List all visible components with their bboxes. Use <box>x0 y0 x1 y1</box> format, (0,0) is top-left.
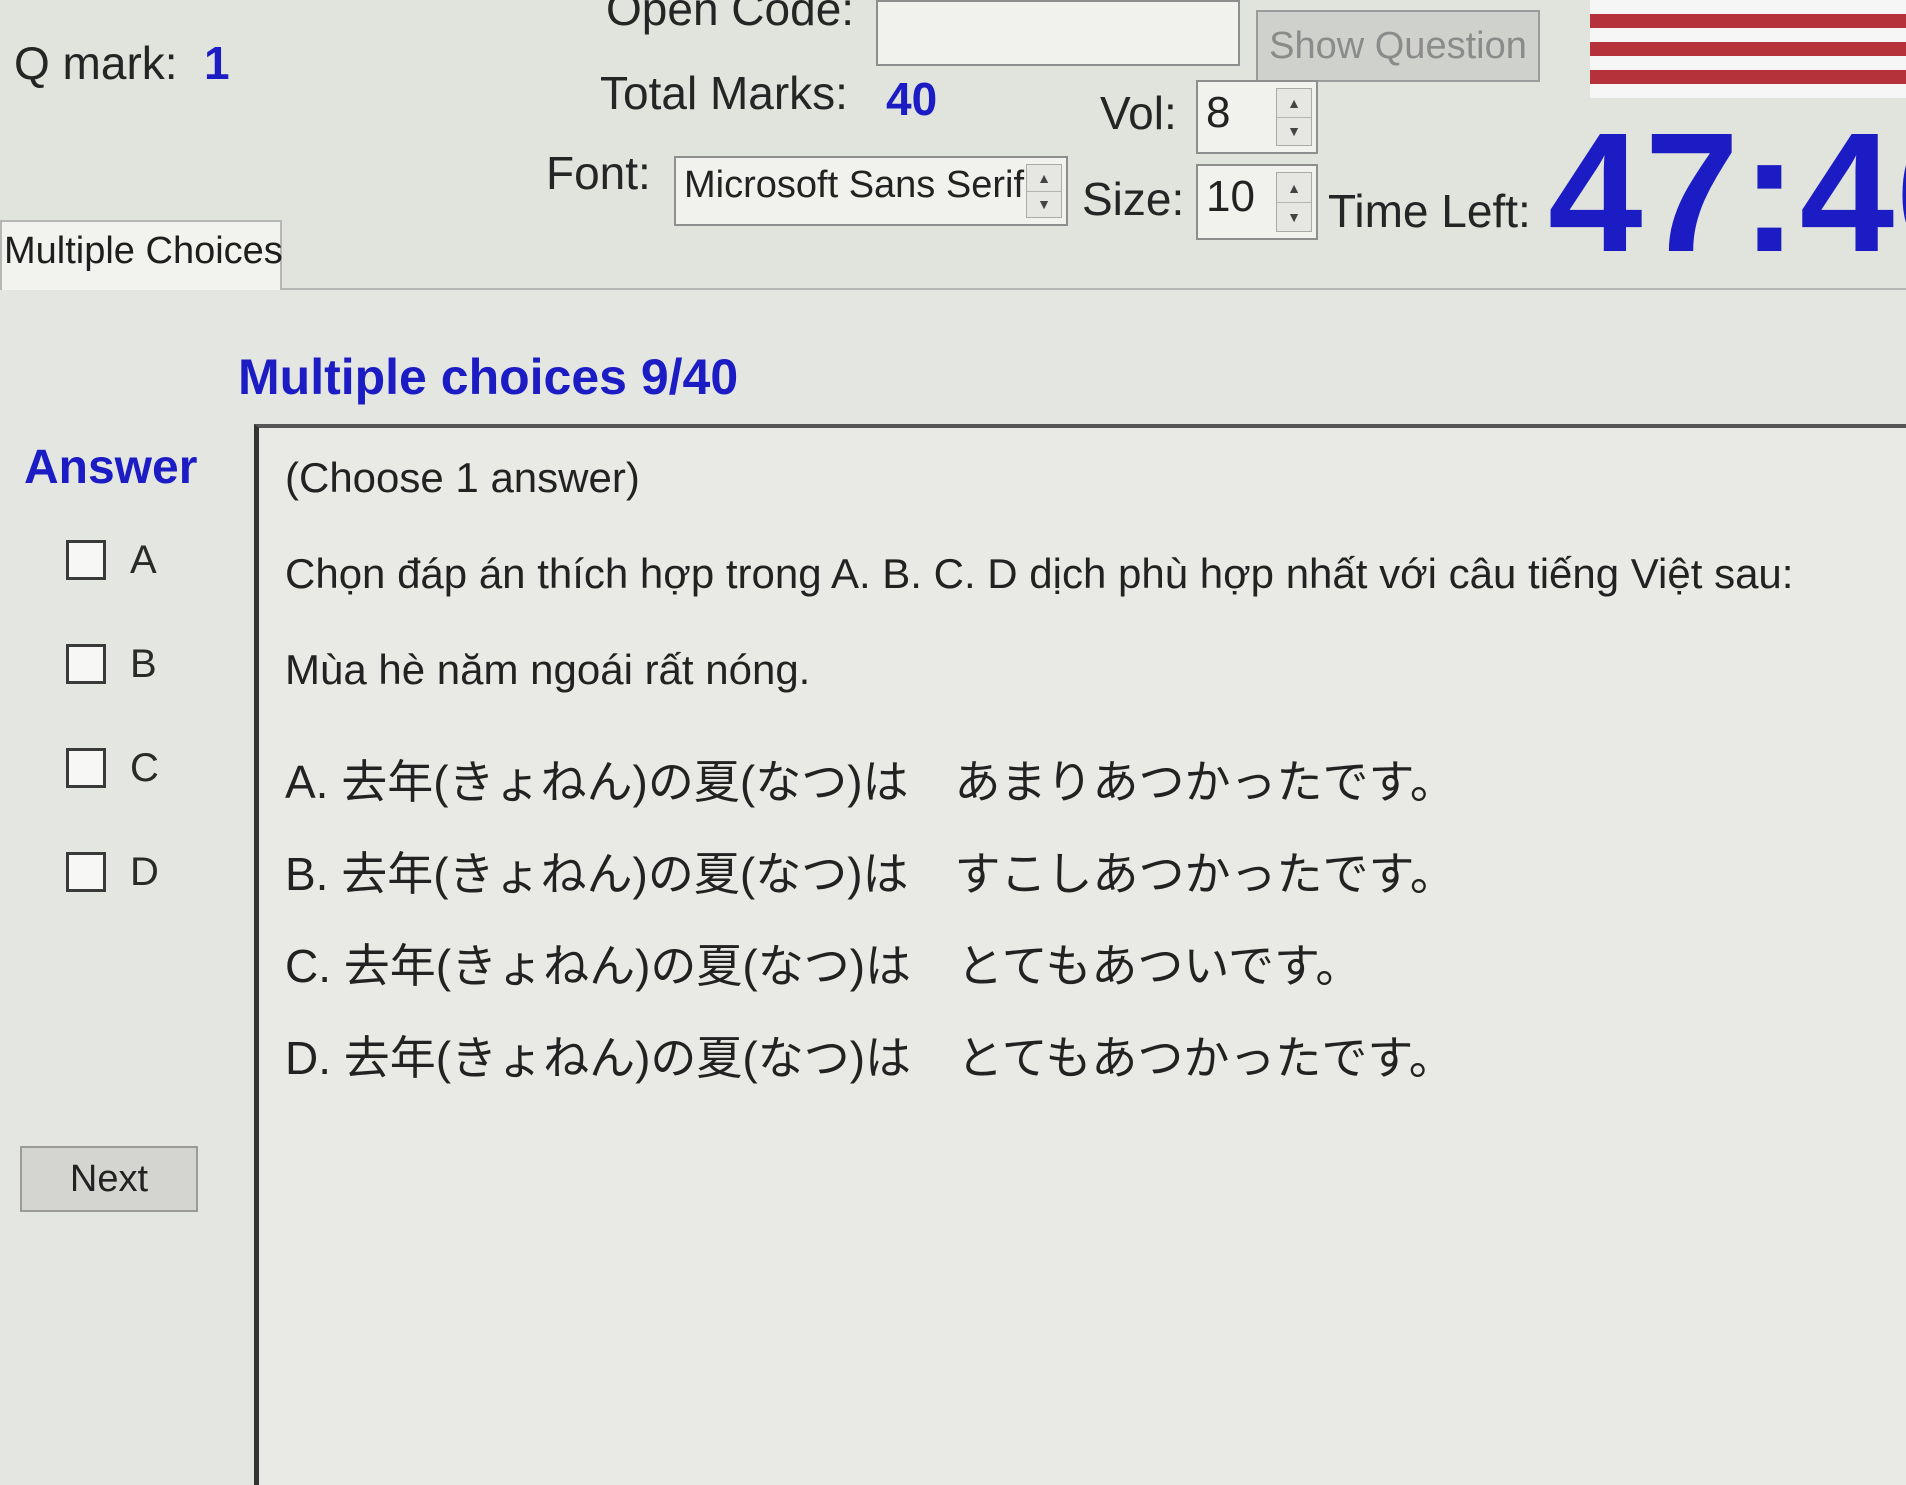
answer-option-b[interactable]: B <box>66 640 157 688</box>
choice-d: D. 去年(きょねん)の夏(なつ)は とてもあつかったです。 <box>285 1032 1455 1084</box>
question-sentence: Mùa hè năm ngoái rất nóng. <box>285 646 811 693</box>
answer-option-letter: B <box>130 641 157 686</box>
font-selector[interactable]: Microsoft Sans Serif ▲ ▼ <box>674 156 1068 226</box>
tab-divider <box>282 288 1906 290</box>
checkbox-icon[interactable] <box>66 748 106 788</box>
time-left-label: Time Left: <box>1328 185 1531 237</box>
show-question-button[interactable]: Show Question <box>1256 10 1540 82</box>
answer-option-letter: A <box>130 537 157 582</box>
font-label: Font: <box>546 147 651 199</box>
vol-label: Vol: <box>1100 87 1177 139</box>
tab-multiple-choices[interactable]: Multiple Choices <box>0 220 283 290</box>
answer-option-letter: D <box>130 849 159 894</box>
question-instruction: (Choose 1 answer) <box>285 454 640 501</box>
choice-c: C. 去年(きょねん)の夏(なつ)は とてもあついです。 <box>285 940 1362 992</box>
checkbox-icon[interactable] <box>66 540 106 580</box>
checkbox-icon[interactable] <box>66 644 106 684</box>
size-label: Size: <box>1082 173 1185 225</box>
total-marks-label: Total Marks: <box>600 67 848 119</box>
tab-label: Multiple Choices <box>4 230 283 272</box>
open-code-input[interactable] <box>876 0 1240 66</box>
answer-option-a[interactable]: A <box>66 536 157 584</box>
checkbox-icon[interactable] <box>66 852 106 892</box>
flag-icon <box>1590 0 1906 98</box>
question-panel: (Choose 1 answer) Chọn đáp án thích hợp … <box>254 424 1906 1485</box>
vol-spinner[interactable]: 8 ▲ ▼ <box>1196 80 1318 154</box>
total-marks-value: 40 <box>886 73 938 125</box>
toolbar-area: Q mark: 1 Open Code: Show Question Total… <box>0 0 1906 290</box>
q-mark-value: 1 <box>204 37 230 89</box>
question-prompt: Chọn đáp án thích hợp trong A. B. C. D d… <box>285 550 1794 597</box>
answer-option-letter: C <box>130 745 159 790</box>
choice-b: B. 去年(きょねん)の夏(なつ)は すこしあつかったです。 <box>285 848 1456 900</box>
choice-a: A. 去年(きょねん)の夏(なつ)は あまりあつかったです。 <box>285 756 1456 808</box>
spin-up-arrow-icon[interactable]: ▲ <box>1277 173 1311 203</box>
spin-up-arrow-icon[interactable]: ▲ <box>1027 165 1061 192</box>
vol-value: 8 <box>1206 88 1231 137</box>
time-left-value: 47:46 <box>1548 98 1906 288</box>
section-title: Multiple choices 9/40 <box>238 349 739 405</box>
q-mark-label: Q mark: <box>14 37 178 89</box>
spin-down-arrow-icon[interactable]: ▼ <box>1277 117 1311 145</box>
size-spinner[interactable]: 10 ▲ ▼ <box>1196 164 1318 240</box>
font-value: Microsoft Sans Serif <box>684 164 1024 206</box>
next-button[interactable]: Next <box>20 1146 198 1212</box>
spin-down-arrow-icon[interactable]: ▼ <box>1277 202 1311 231</box>
answer-heading: Answer <box>24 441 198 494</box>
spin-up-arrow-icon[interactable]: ▲ <box>1277 89 1311 118</box>
answer-option-c[interactable]: C <box>66 744 159 792</box>
spin-down-arrow-icon[interactable]: ▼ <box>1027 191 1061 217</box>
size-value: 10 <box>1206 172 1255 221</box>
open-code-label: Open Code: <box>606 0 855 35</box>
answer-option-d[interactable]: D <box>66 848 159 896</box>
